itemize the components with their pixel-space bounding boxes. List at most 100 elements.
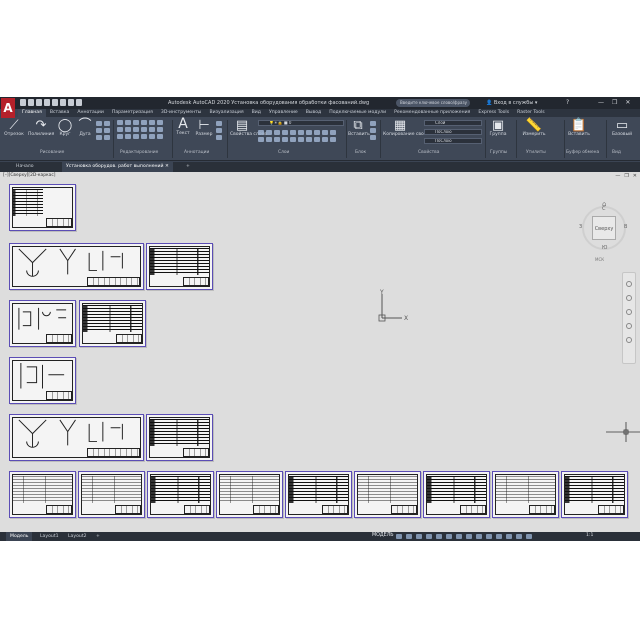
insert-block-tool[interactable]: ⧉ Вставить (348, 119, 370, 137)
tool-icon[interactable] (96, 135, 102, 140)
table-icon[interactable] (216, 128, 222, 133)
rotate-icon[interactable] (125, 120, 131, 125)
search-input[interactable]: Введите ключевое слово/фразу (396, 99, 470, 107)
explode-icon[interactable] (125, 127, 131, 132)
offset-icon[interactable] (157, 127, 163, 132)
panel-block-label[interactable]: Блок (355, 150, 366, 155)
tool-icon[interactable] (258, 130, 264, 135)
open-file-icon[interactable] (28, 99, 34, 106)
viewcube-north[interactable]: С (602, 206, 606, 212)
tool-icon[interactable] (157, 134, 163, 139)
tool-icon[interactable] (149, 134, 155, 139)
panel-utilities-label[interactable]: Утилиты (526, 150, 546, 155)
tool-icon[interactable] (104, 121, 110, 126)
move-icon[interactable] (117, 120, 123, 125)
tool-icon[interactable] (322, 130, 328, 135)
drawing-sheet[interactable] (9, 471, 76, 518)
tool-icon[interactable] (290, 130, 296, 135)
tool-icon[interactable] (330, 137, 336, 142)
tool-icon[interactable] (282, 130, 288, 135)
tab-raster-tools[interactable]: Raster Tools (513, 109, 549, 117)
steering-wheel-icon[interactable] (626, 281, 632, 287)
tab-visualize[interactable]: Визуализация (205, 109, 247, 117)
maximize-button[interactable]: ❐ (612, 99, 617, 106)
ortho-icon[interactable] (416, 534, 422, 539)
tool-icon[interactable] (282, 137, 288, 142)
tool-icon[interactable] (330, 130, 336, 135)
tool-icon[interactable] (274, 130, 280, 135)
sign-in-button[interactable]: 👤 Вход в службы ▾ (486, 100, 537, 106)
tab-featured-apps[interactable]: Рекомендованные приложения (390, 109, 474, 117)
tool-icon[interactable] (266, 137, 272, 142)
annotation-icon[interactable] (486, 534, 492, 539)
tab-annotate[interactable]: Аннотации (73, 109, 108, 117)
tool-icon[interactable] (306, 130, 312, 135)
tool-icon[interactable] (117, 134, 123, 139)
tool-icon[interactable] (104, 128, 110, 133)
grid-icon[interactable] (396, 534, 402, 539)
tool-icon[interactable] (370, 128, 376, 133)
tab-layout1[interactable]: Layout1 (36, 532, 63, 541)
orbit-icon[interactable] (626, 323, 632, 329)
paste-tool[interactable]: 📋 Вставить (567, 119, 591, 137)
fillet-icon[interactable] (117, 127, 123, 132)
stretch-icon[interactable] (133, 127, 139, 132)
drawing-sheet[interactable] (9, 414, 144, 461)
drawing-sheet[interactable] (9, 184, 76, 231)
tool-icon[interactable] (141, 134, 147, 139)
tab-parametric[interactable]: Параметризация (108, 109, 157, 117)
panel-layers-label[interactable]: Слои (278, 150, 289, 155)
tab-model[interactable]: Модель (6, 532, 33, 541)
minimize-drawing-button[interactable]: — (615, 173, 620, 179)
lineweight-icon[interactable] (456, 534, 462, 539)
tab-start[interactable]: Начало (12, 162, 38, 172)
panel-groups-label[interactable]: Группы (490, 150, 507, 155)
color-dropdown[interactable]: Слой (424, 120, 482, 126)
lineweight-dropdown[interactable]: ПоСлою (424, 129, 482, 135)
layer-properties-tool[interactable]: ▤ Свойства слоев (230, 119, 267, 137)
showmotion-icon[interactable] (626, 337, 632, 343)
redo-icon[interactable] (68, 99, 74, 106)
mirror-icon[interactable] (157, 120, 163, 125)
measure-tool[interactable]: 📏 Измерить (520, 119, 548, 137)
viewcube[interactable]: ⌂ С З В Ю Сверху МСК (578, 200, 630, 264)
share-icon[interactable] (76, 99, 82, 106)
tool-icon[interactable] (266, 130, 272, 135)
tool-icon[interactable] (125, 134, 131, 139)
selection-cycling-icon[interactable] (476, 534, 482, 539)
close-drawing-button[interactable]: ✕ (633, 173, 637, 179)
drawing-sheet[interactable] (146, 243, 213, 290)
panel-properties-label[interactable]: Свойства (418, 150, 439, 155)
viewcube-east[interactable]: В (624, 224, 627, 230)
circle-tool[interactable]: ◯ Круг (57, 119, 73, 137)
tab-layout2[interactable]: Layout2 (64, 532, 91, 541)
tool-icon[interactable] (104, 135, 110, 140)
tab-express-tools[interactable]: Express Tools (474, 109, 513, 117)
text-tool[interactable]: A Текст (175, 117, 191, 136)
add-layout-button[interactable]: + (92, 532, 104, 541)
drawing-canvas[interactable]: [–][Сверху][2D-каркас] — ❐ ✕ Y X ⌂ С З В… (0, 172, 640, 532)
tool-icon[interactable] (274, 137, 280, 142)
tool-icon[interactable] (216, 135, 222, 140)
close-button[interactable]: ✕ (625, 99, 630, 106)
drawing-sheet[interactable] (492, 471, 559, 518)
base-view-tool[interactable]: ▭ Базовый (609, 119, 635, 137)
panel-modify-label[interactable]: Редактирование (120, 150, 158, 155)
layer-dropdown[interactable]: 💡☀🔓 ■ 0 (258, 120, 344, 126)
new-tab-button[interactable]: + (182, 162, 194, 172)
pan-icon[interactable] (626, 295, 632, 301)
tool-icon[interactable] (258, 137, 264, 142)
hardware-accel-icon[interactable] (516, 534, 522, 539)
tool-icon[interactable] (370, 135, 376, 140)
panel-annotation-label[interactable]: Аннотации (184, 150, 209, 155)
panel-draw-label[interactable]: Рисование (40, 150, 64, 155)
model-space-button[interactable]: МОДЕЛЬ (372, 533, 394, 538)
tool-icon[interactable] (96, 121, 102, 126)
tool-icon[interactable] (298, 137, 304, 142)
erase-icon[interactable] (141, 120, 147, 125)
annotation-scale[interactable]: 1:1 (586, 533, 593, 538)
save-as-icon[interactable] (44, 99, 50, 106)
minimize-button[interactable]: — (598, 99, 604, 106)
zoom-icon[interactable] (626, 309, 632, 315)
drawing-sheet[interactable] (147, 471, 214, 518)
